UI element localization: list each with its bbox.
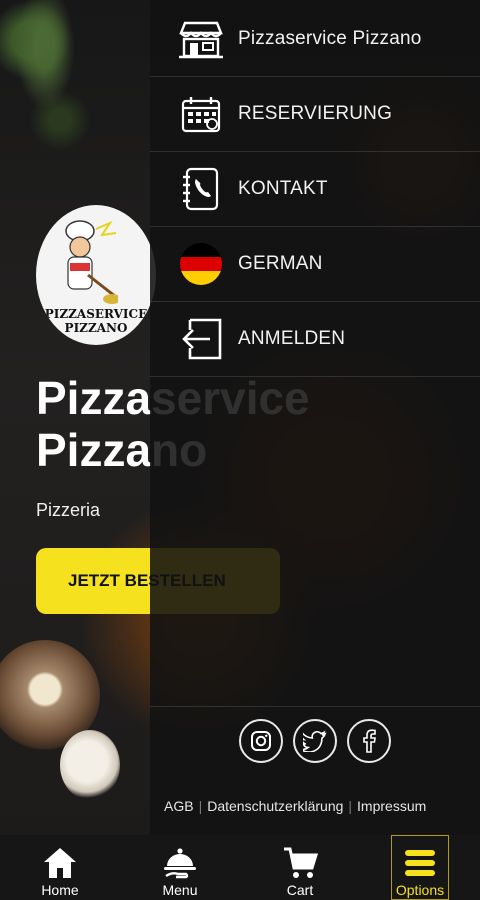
privacy-link[interactable]: Datenschutzerklärung [207, 798, 343, 814]
logo-text-line1: PIZZASERVICE [44, 307, 148, 321]
drawer-item-label: Pizzaservice Pizzano [238, 28, 422, 49]
german-flag-icon [178, 241, 224, 287]
home-icon [40, 844, 80, 882]
nav-home-label: Home [41, 882, 79, 898]
restaurant-logo: PIZZASERVICE PIZZANO [36, 205, 156, 345]
storefront-icon [178, 16, 224, 62]
login-icon [178, 316, 224, 362]
logo-text: PIZZASERVICE PIZZANO [45, 307, 147, 335]
nav-menu[interactable]: Menu [120, 835, 240, 900]
link-separator: | [198, 798, 203, 814]
drawer-item-label: GERMAN [238, 253, 323, 274]
garlic-decoration [60, 730, 120, 800]
contact-book-icon [178, 166, 224, 212]
navigation-drawer: Pizzaservice Pizzano RESERVIERUNG KONTAK… [150, 0, 480, 835]
instagram-icon[interactable] [239, 718, 283, 763]
bottom-navigation: Home Menu Cart Options [0, 835, 480, 900]
herb-decoration [10, 0, 80, 120]
logo-text-line2: PIZZANO [64, 321, 128, 335]
agb-link[interactable]: AGB [164, 798, 194, 814]
nav-home[interactable]: Home [0, 835, 120, 900]
twitter-icon[interactable] [293, 718, 337, 763]
nav-cart[interactable]: Cart [240, 835, 360, 900]
legal-links: AGB | Datenschutzerklärung | Impressum [164, 798, 474, 814]
drawer-item-restaurant[interactable]: Pizzaservice Pizzano [150, 2, 480, 77]
cloche-icon [160, 844, 200, 882]
social-links [150, 706, 480, 766]
hamburger-icon [400, 844, 440, 882]
drawer-item-label: RESERVIERUNG [238, 103, 393, 124]
drawer-item-label: KONTAKT [238, 178, 328, 199]
drawer-item-login[interactable]: ANMELDEN [150, 302, 480, 377]
calendar-icon [178, 91, 224, 137]
chef-illustration [65, 220, 118, 304]
cart-icon [280, 844, 320, 882]
nav-cart-label: Cart [286, 882, 314, 898]
imprint-link[interactable]: Impressum [357, 798, 426, 814]
nav-menu-label: Menu [162, 882, 198, 898]
link-separator: | [348, 798, 353, 814]
facebook-icon[interactable] [347, 718, 391, 763]
hero-subtitle: Pizzeria [36, 500, 101, 520]
drawer-item-label: ANMELDEN [238, 328, 346, 349]
nav-options-label: Options [395, 882, 445, 898]
drawer-item-language[interactable]: GERMAN [150, 227, 480, 302]
drawer-item-reservation[interactable]: RESERVIERUNG [150, 77, 480, 152]
nav-options[interactable]: Options [360, 835, 480, 900]
drawer-item-contact[interactable]: KONTAKT [150, 152, 480, 227]
